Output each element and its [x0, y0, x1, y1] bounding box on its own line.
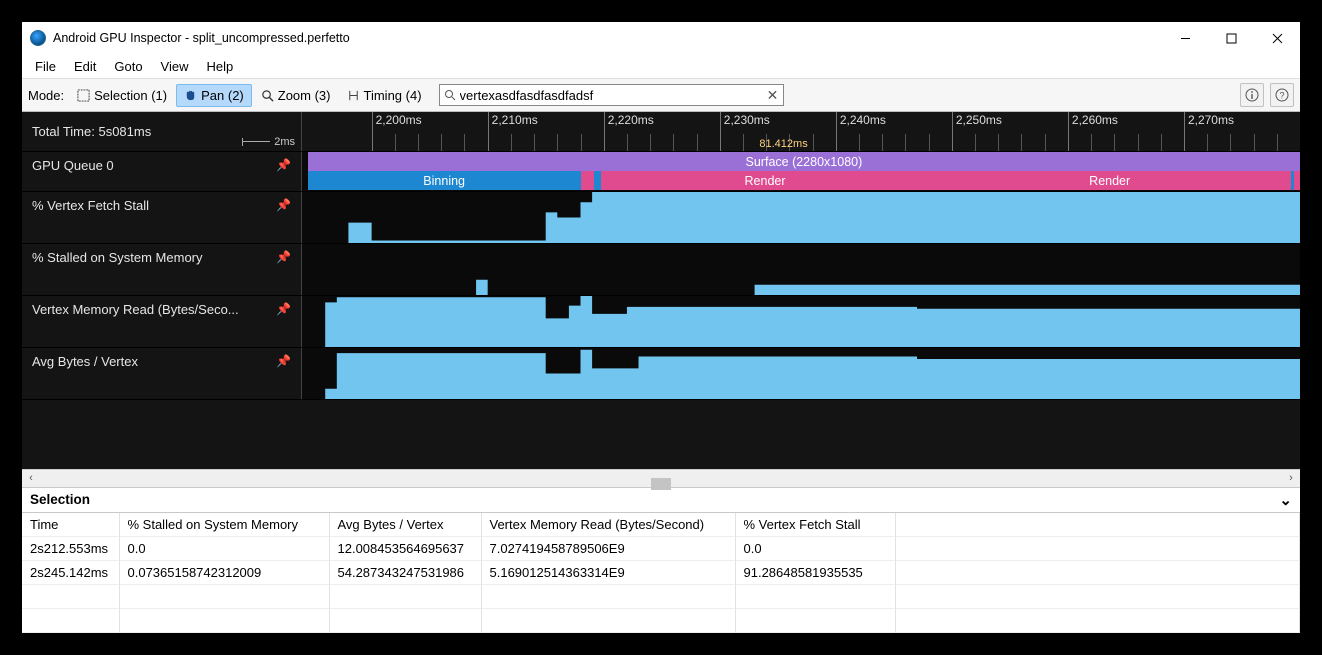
binning-bar[interactable]: Binning: [308, 171, 581, 190]
svg-text:?: ?: [1279, 91, 1284, 101]
track-label: Vertex Memory Read (Bytes/Seco...: [32, 302, 239, 317]
search-icon: [444, 89, 456, 101]
track-label: % Vertex Fetch Stall: [32, 198, 149, 213]
window-close-button[interactable]: [1254, 22, 1300, 54]
mode-label: Mode:: [28, 88, 64, 103]
timeline-total-time: Total Time: 5s081ms 2ms: [22, 112, 302, 151]
selection-col-header[interactable]: Vertex Memory Read (Bytes/Second): [481, 513, 735, 537]
track-gpu-queue[interactable]: GPU Queue 0 📌 Surface (2280x1080)Binning…: [22, 152, 1300, 192]
clear-search-icon[interactable]: ✕: [767, 89, 779, 101]
app-icon: [30, 30, 46, 46]
search-input[interactable]: [460, 88, 767, 103]
surface-bar[interactable]: Surface (2280x1080): [308, 152, 1300, 171]
track-label: % Stalled on System Memory: [32, 250, 203, 265]
scroll-thumb[interactable]: [651, 478, 671, 490]
timeline-ruler[interactable]: 2,200ms2,210ms2,220ms2,230ms2,240ms2,250…: [302, 112, 1300, 151]
track-stalled-sys-memory[interactable]: % Stalled on System Memory 📌: [22, 244, 1300, 296]
track-label: GPU Queue 0: [32, 158, 114, 173]
table-row: [22, 585, 1300, 609]
render-bar-small[interactable]: [581, 171, 595, 190]
timeline-scrollbar[interactable]: ‹ ›: [22, 469, 1300, 487]
menubar: File Edit Goto View Help: [22, 54, 1300, 78]
pin-icon[interactable]: 📌: [276, 302, 291, 316]
render-bar-1[interactable]: Render: [601, 171, 928, 190]
track-vertex-fetch-stall[interactable]: % Vertex Fetch Stall 📌: [22, 192, 1300, 244]
render-bar-2[interactable]: Render: [929, 171, 1291, 190]
selection-col-header[interactable]: % Vertex Fetch Stall: [735, 513, 895, 537]
pin-icon[interactable]: 📌: [276, 354, 291, 368]
track-avg-bytes-vertex[interactable]: Avg Bytes / Vertex 📌: [22, 348, 1300, 400]
scroll-right-arrow[interactable]: ›: [1282, 472, 1300, 484]
selection-col-header[interactable]: Avg Bytes / Vertex: [329, 513, 481, 537]
selection-title: Selection: [30, 492, 90, 507]
selection-icon: [77, 89, 90, 102]
help-button[interactable]: ?: [1270, 83, 1294, 107]
menu-edit[interactable]: Edit: [65, 57, 105, 76]
selection-col-header[interactable]: % Stalled on System Memory: [119, 513, 329, 537]
selection-panel: Selection ⌄ Time% Stalled on System Memo…: [22, 487, 1300, 634]
window-title: Android GPU Inspector - split_uncompress…: [53, 31, 350, 45]
timeline-scale: 2ms: [274, 136, 295, 148]
menu-view[interactable]: View: [152, 57, 198, 76]
timing-icon: [347, 89, 360, 102]
chevron-down-icon[interactable]: ⌄: [1279, 491, 1292, 509]
menu-goto[interactable]: Goto: [105, 57, 151, 76]
menu-file[interactable]: File: [26, 57, 65, 76]
track-vertex-memory-read[interactable]: Vertex Memory Read (Bytes/Seco... 📌: [22, 296, 1300, 348]
scroll-left-arrow[interactable]: ‹: [22, 472, 40, 484]
timeline-view[interactable]: Total Time: 5s081ms 2ms 2,200ms2,210ms2,…: [22, 112, 1300, 469]
mode-selection[interactable]: Selection (1): [70, 85, 174, 106]
window-maximize-button[interactable]: [1208, 22, 1254, 54]
track-label: Avg Bytes / Vertex: [32, 354, 138, 369]
info-button[interactable]: [1240, 83, 1264, 107]
window-minimize-button[interactable]: [1162, 22, 1208, 54]
timeline-header: Total Time: 5s081ms 2ms 2,200ms2,210ms2,…: [22, 112, 1300, 152]
table-row[interactable]: 2s212.553ms0.012.0084535646956377.027419…: [22, 537, 1300, 561]
pin-icon[interactable]: 📌: [276, 198, 291, 212]
menu-help[interactable]: Help: [198, 57, 243, 76]
toolbar: Mode: Selection (1) Pan (2) Zoom (3) Tim…: [22, 78, 1300, 112]
hand-icon: [184, 89, 197, 102]
selection-col-header[interactable]: Time: [22, 513, 119, 537]
magnifier-icon: [261, 89, 274, 102]
search-field[interactable]: ✕: [439, 84, 784, 106]
pin-icon[interactable]: 📌: [276, 158, 291, 172]
table-row[interactable]: 2s245.142ms0.0736515874231200954.2873432…: [22, 561, 1300, 585]
titlebar: Android GPU Inspector - split_uncompress…: [22, 22, 1300, 54]
selection-table[interactable]: Time% Stalled on System MemoryAvg Bytes …: [22, 513, 1300, 634]
mode-zoom[interactable]: Zoom (3): [254, 85, 338, 106]
pin-icon[interactable]: 📌: [276, 250, 291, 264]
table-row: [22, 609, 1300, 633]
mode-timing[interactable]: Timing (4): [340, 85, 429, 106]
timeline-marker[interactable]: 81.412ms: [759, 138, 807, 150]
mode-pan[interactable]: Pan (2): [176, 84, 252, 107]
